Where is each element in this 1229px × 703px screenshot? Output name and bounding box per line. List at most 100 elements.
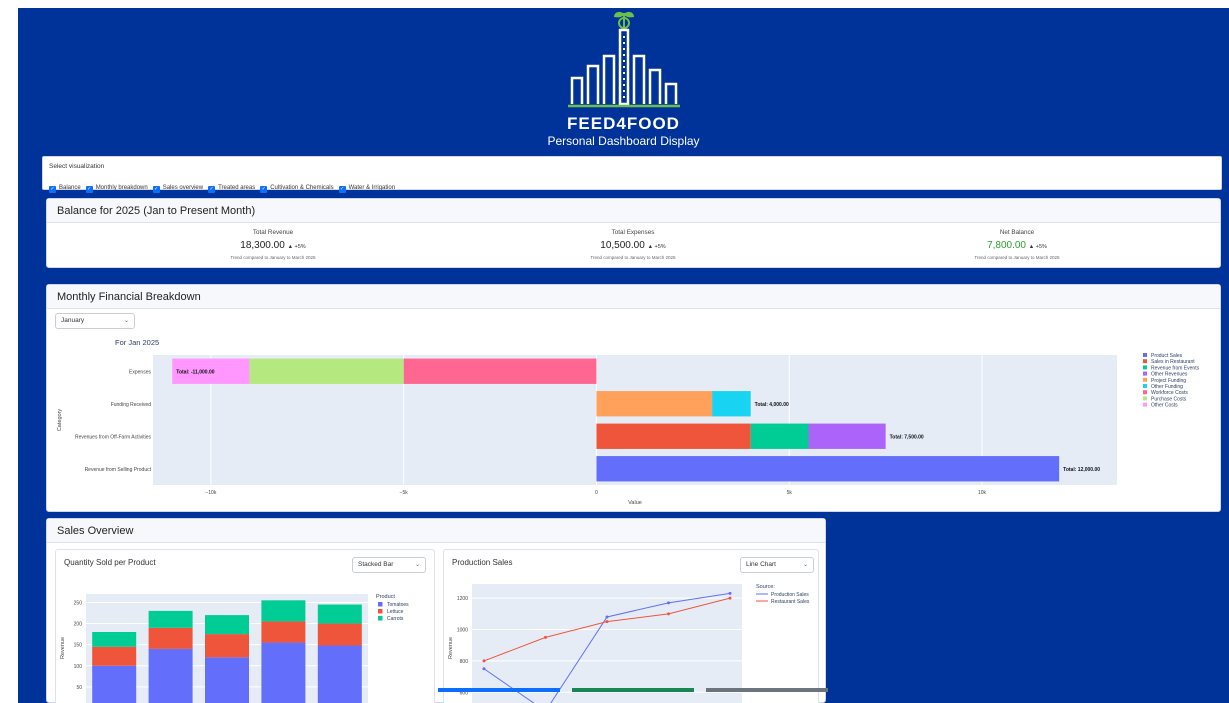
- metric-title: Net Balance: [999, 229, 1035, 236]
- checkbox-checked-icon[interactable]: ✓: [208, 186, 216, 193]
- data-point: [605, 615, 609, 619]
- checkbox-checked-icon[interactable]: ✓: [49, 186, 56, 193]
- bar-segment: [92, 646, 137, 666]
- quantity-chart-type-select[interactable]: Stacked Bar ⌄: [352, 557, 426, 573]
- metric-value: 10,500.00 ▲ +5%: [483, 240, 783, 251]
- bar-segment: [249, 358, 404, 384]
- visualization-option[interactable]: ✓ Monthly breakdown: [85, 185, 148, 193]
- bar-segment: [261, 621, 306, 643]
- x-tick-label: −5k: [400, 490, 409, 496]
- visualization-option[interactable]: ✓ Sales overview: [152, 185, 204, 193]
- legend-title: Product: [376, 594, 395, 600]
- production-sales-chart: 60080010001200RevenueSource:Production S…: [448, 584, 810, 703]
- monthly-breakdown-card: Monthly Financial Breakdown January ⌄ Fo…: [46, 284, 1221, 512]
- monthly-breakdown-chart: For Jan 2025 −10k −5k 0 5k 10k Value Category Re…: [57, 338, 1200, 506]
- x-tick-label: 10k: [978, 490, 987, 496]
- visualization-option[interactable]: ✓ Cultivation & Chemicals: [260, 185, 334, 193]
- bar-total-label: Total: 12,000.00: [1063, 467, 1100, 473]
- chart-title: For Jan 2025: [115, 338, 159, 347]
- chevron-down-icon: ⌄: [123, 318, 129, 324]
- tab-indicator-green[interactable]: [572, 688, 694, 692]
- x-tick-label: −10k: [205, 490, 216, 496]
- production-sales-title: Production Sales: [452, 558, 513, 567]
- bar-segment: [596, 456, 1060, 482]
- bar-total-label: Total: 7,500.00: [890, 434, 924, 440]
- metric-title: Total Expenses: [611, 229, 655, 236]
- visualization-option[interactable]: ✓ Water & Irrigation: [338, 185, 395, 193]
- y-tick-label: 50: [76, 685, 82, 691]
- y-tick-label: 100: [74, 664, 83, 670]
- quantity-sold-chart: 050100150200250RevenueProductTomatoesLet…: [60, 594, 409, 703]
- production-chart-type-select[interactable]: Line Chart ⌄: [740, 557, 814, 573]
- legend-item: Workforce Costs: [1151, 390, 1188, 396]
- x-tick-label: 0: [595, 490, 598, 496]
- data-point: [482, 659, 486, 663]
- sales-overview-card: Sales Overview Quantity Sold per Product…: [46, 518, 826, 703]
- checkbox-checked-icon[interactable]: ✓: [85, 186, 93, 193]
- metric-value-number: 10,500.00: [600, 240, 645, 251]
- bar-segment: [317, 623, 362, 646]
- legend-item: Project Funding: [1151, 378, 1186, 384]
- bar-segment: [712, 391, 751, 417]
- category-label: Expenses: [129, 369, 151, 375]
- bar-segment: [596, 391, 713, 417]
- bar-segment: [261, 642, 306, 703]
- logo-subtitle: Personal Dashboard Display: [547, 134, 700, 148]
- metric-note: Trend compared to January to March 2025: [230, 255, 316, 260]
- legend-swatch: [1143, 353, 1147, 357]
- visualization-option-label: Cultivation & Chemicals: [270, 185, 334, 191]
- metric-value-number: 18,300.00: [240, 240, 285, 251]
- visualization-label: Select visualization: [49, 163, 105, 170]
- legend-item: Restaurant Sales: [771, 599, 810, 605]
- balance-card: Balance for 2025 (Jan to Present Month) …: [46, 198, 1221, 268]
- feed4food-logo-icon: [568, 11, 680, 108]
- bar-segment: [808, 423, 886, 449]
- month-select[interactable]: January ⌄: [55, 313, 135, 329]
- bar-segment: [92, 665, 137, 703]
- checkbox-checked-icon[interactable]: ✓: [260, 186, 268, 193]
- legend-swatch: [378, 616, 383, 621]
- legend-swatch: [1143, 377, 1147, 382]
- metric-value-number: 7,800.00: [987, 240, 1026, 251]
- metric-title: Total Revenue: [252, 229, 294, 236]
- legend-swatch: [1143, 396, 1147, 401]
- metric-delta: ▲ +5%: [287, 244, 306, 250]
- legend-item: Other Funding: [1151, 384, 1183, 390]
- y-tick-label: 1000: [457, 628, 468, 634]
- visualization-selector: Select visualization ✓ Balance ✓ Monthly br…: [42, 156, 1222, 193]
- tab-indicator-grey[interactable]: [706, 688, 828, 692]
- metric-note: Trend compared to January to March 2025: [590, 255, 676, 260]
- legend-swatch: [1143, 371, 1147, 376]
- checkbox-checked-icon[interactable]: ✓: [338, 186, 346, 193]
- visualization-option[interactable]: ✓ Treated areas: [208, 185, 256, 193]
- legend-item: Revenue from Events: [1151, 365, 1200, 371]
- visualization-option[interactable]: ✓ Balance: [49, 185, 81, 193]
- category-label: Funding Received: [111, 402, 152, 408]
- data-point: [667, 601, 670, 605]
- x-axis-label: Value: [628, 500, 642, 506]
- quantity-sold-title: Quantity Sold per Product: [64, 558, 156, 567]
- balance-title: Balance for 2025 (Jan to Present Month): [47, 199, 1220, 223]
- bar-segment: [205, 657, 249, 703]
- checkbox-checked-icon[interactable]: ✓: [152, 186, 160, 193]
- legend-swatch: [1143, 390, 1147, 395]
- legend-item: Tomatoes: [387, 602, 409, 608]
- legend-item: Other Costs: [1151, 403, 1178, 409]
- data-point: [544, 635, 547, 639]
- tab-indicator-blue[interactable]: [438, 688, 560, 692]
- logo-name: FEED4FOOD: [567, 114, 680, 133]
- visualization-option-label: Treated areas: [218, 185, 256, 191]
- plot-area: [472, 584, 742, 703]
- legend-swatch: [1143, 402, 1147, 407]
- metric-value: 7,800.00 ▲ +5%: [867, 240, 1167, 251]
- metric-note: Trend compared to January to March 2025: [974, 255, 1060, 260]
- legend-swatch: [1143, 384, 1147, 388]
- legend-item: Purchase Costs: [1151, 396, 1187, 402]
- legend-swatch: [378, 609, 383, 614]
- legend-item: Lettuce: [387, 609, 404, 615]
- bar-segment: [148, 610, 193, 628]
- bar-segment: [205, 615, 249, 635]
- legend-swatch: [1143, 359, 1147, 364]
- visualization-option-label: Sales overview: [162, 185, 204, 191]
- data-point: [605, 620, 609, 624]
